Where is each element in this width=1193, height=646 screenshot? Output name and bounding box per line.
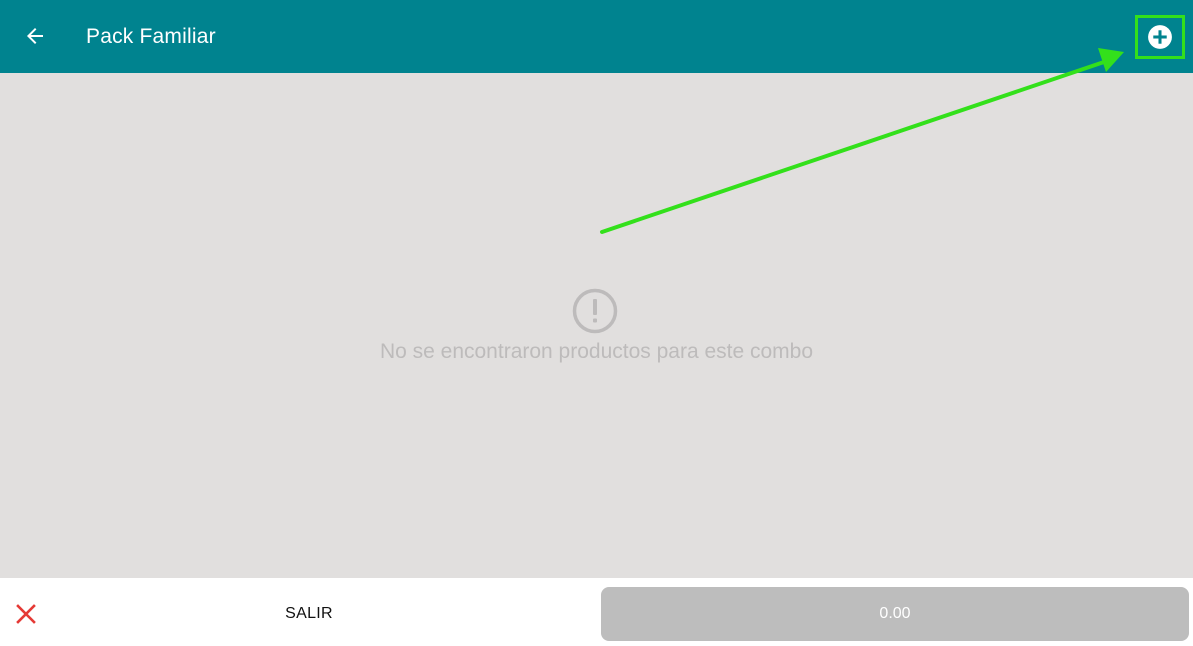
exit-button[interactable]: SALIR	[230, 596, 388, 632]
empty-state-message: No se encontraron productos para este co…	[379, 340, 814, 363]
app-toolbar: Pack Familiar	[0, 0, 1193, 73]
plus-circle-icon	[1148, 25, 1172, 49]
add-product-button[interactable]	[1135, 15, 1185, 59]
arrow-left-icon	[27, 28, 43, 44]
combo-screen: Pack Familiar No se encontraron producto…	[0, 0, 1193, 646]
product-list-area: No se encontraron productos para este co…	[0, 73, 1193, 578]
close-icon[interactable]	[14, 602, 38, 626]
page-title: Pack Familiar	[86, 25, 216, 48]
total-button[interactable]: 0.00	[601, 587, 1189, 641]
back-button[interactable]	[18, 19, 52, 53]
alert-circle-icon	[572, 288, 618, 334]
bottom-action-bar: SALIR 0.00	[0, 578, 1193, 646]
